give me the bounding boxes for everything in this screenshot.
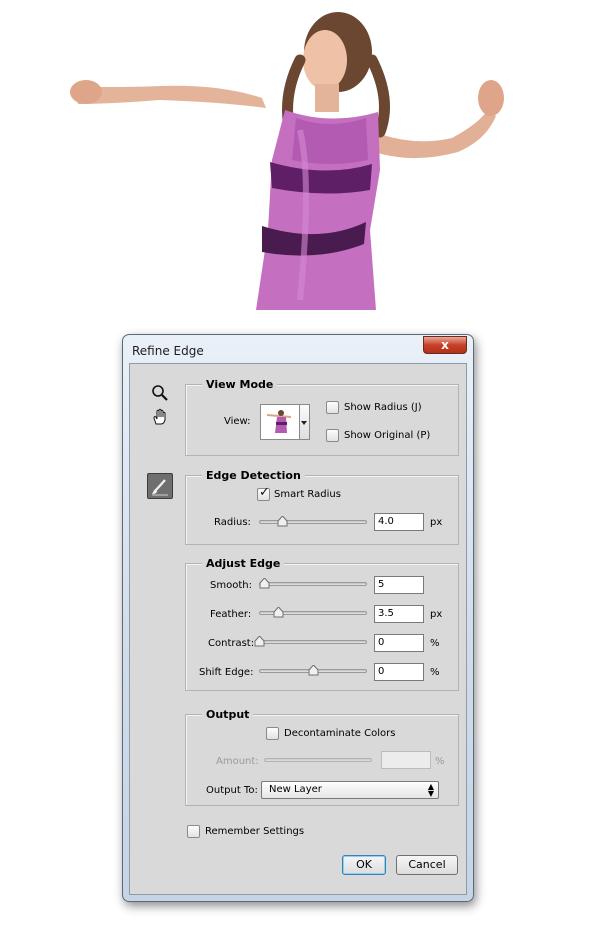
radius-input[interactable]: 4.0 (374, 513, 424, 531)
show-original-label: Show Original (P) (344, 430, 431, 441)
smooth-input[interactable]: 5 (374, 576, 424, 594)
view-mode-dropdown-arrow[interactable] (300, 404, 310, 440)
contrast-input[interactable]: 0 (374, 634, 424, 652)
ok-button[interactable]: OK (342, 855, 386, 875)
remember-settings-checkbox[interactable] (187, 825, 200, 838)
show-radius-checkbox[interactable] (326, 401, 339, 414)
shift-edge-input[interactable]: 0 (374, 663, 424, 681)
show-original-checkbox[interactable] (326, 429, 339, 442)
zoom-icon[interactable] (149, 382, 171, 404)
edge-detection-legend: Edge Detection (202, 469, 305, 482)
dialog-title: Refine Edge (132, 344, 204, 358)
smart-radius-label: Smart Radius (274, 489, 341, 500)
output-to-select[interactable]: New Layer ▲ ▼ (261, 781, 439, 799)
amount-input[interactable] (381, 751, 431, 769)
decontaminate-colors-checkbox[interactable] (266, 727, 279, 740)
refine-edge-dialog: Refine Edge x View Mode View: Show Radiu… (122, 334, 474, 902)
decontaminate-colors-label: Decontaminate Colors (284, 728, 396, 739)
view-mode-thumbnail[interactable] (260, 404, 300, 440)
shift-edge-slider-thumb[interactable] (308, 665, 319, 676)
close-button[interactable]: x (423, 336, 467, 354)
contrast-label: Contrast: (208, 638, 255, 649)
feather-unit: px (430, 609, 443, 620)
close-icon: x (441, 338, 449, 352)
dialog-client: View Mode View: Show Radius (J) Show Ori… (129, 363, 467, 895)
feather-label: Feather: (210, 609, 252, 620)
cancel-button[interactable]: Cancel (396, 855, 458, 875)
adjust-edge-legend: Adjust Edge (202, 557, 285, 570)
radius-label: Radius: (214, 517, 251, 528)
cutout-photo (70, 12, 504, 310)
adjust-edge-group: Adjust Edge Smooth: 5 Feather: 3.5 px Co… (185, 557, 459, 691)
smooth-slider-thumb[interactable] (259, 578, 270, 589)
checkmark-icon: ✓ (259, 485, 270, 500)
edge-detection-group: Edge Detection ✓ Smart Radius Radius: 4.… (185, 469, 459, 545)
radius-unit: px (430, 517, 443, 528)
view-label: View: (224, 416, 251, 427)
refine-radius-brush-icon[interactable] (147, 473, 173, 499)
output-to-value: New Layer (269, 784, 322, 795)
view-mode-legend: View Mode (202, 378, 278, 391)
remember-settings-label: Remember Settings (205, 826, 305, 837)
smart-radius-checkbox[interactable]: ✓ (257, 485, 270, 501)
smooth-label: Smooth: (210, 580, 252, 591)
amount-slider-track[interactable] (264, 758, 372, 762)
output-to-label: Output To: (206, 785, 258, 796)
smooth-slider-track[interactable] (259, 582, 367, 586)
output-legend: Output (202, 708, 254, 721)
contrast-unit: % (430, 638, 440, 649)
radius-slider-track[interactable] (259, 520, 367, 524)
feather-slider-thumb[interactable] (273, 607, 284, 618)
amount-unit: % (435, 756, 445, 767)
feather-input[interactable]: 3.5 (374, 605, 424, 623)
contrast-slider-track[interactable] (259, 640, 367, 644)
radius-slider-thumb[interactable] (277, 516, 288, 527)
shift-edge-unit: % (430, 667, 440, 678)
hand-icon[interactable] (149, 406, 171, 428)
view-mode-group: View Mode View: Show Radius (J) Show Ori… (185, 378, 459, 456)
output-group: Output Decontaminate Colors Amount: % Ou… (185, 708, 459, 806)
contrast-slider-thumb[interactable] (254, 636, 265, 647)
shift-edge-label: Shift Edge: (199, 667, 254, 678)
select-arrows-icon: ▲ ▼ (427, 782, 434, 798)
amount-label: Amount: (216, 756, 259, 767)
show-radius-label: Show Radius (J) (344, 402, 422, 413)
